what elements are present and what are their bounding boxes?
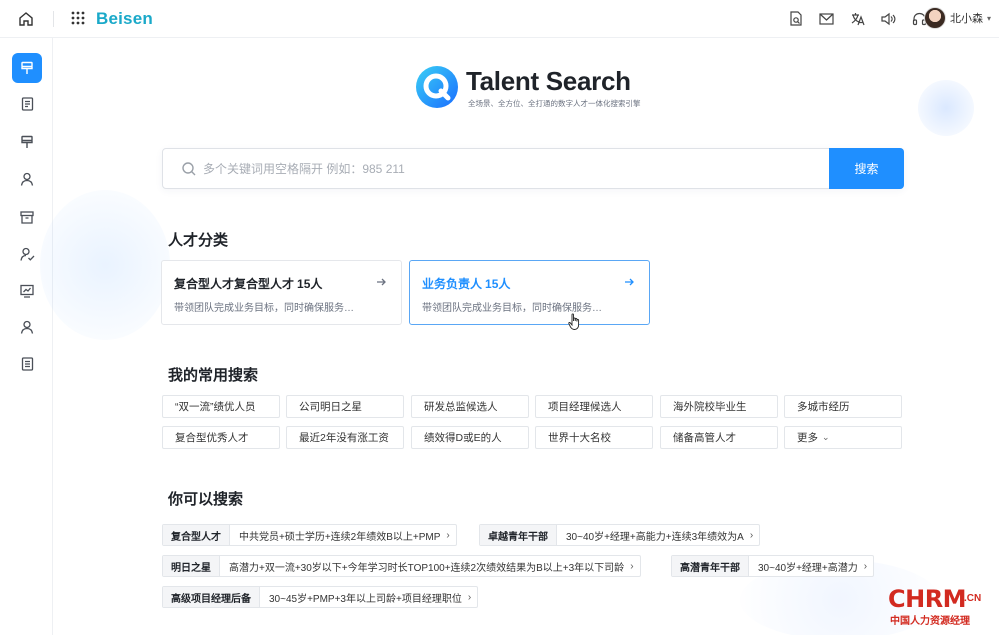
chip-label: 高潜青年干部 <box>672 556 749 576</box>
suggestion-chip[interactable]: 明日之星 高潜力+双一流+30岁以下+今年学习时长TOP100+连续2次绩效结果… <box>162 555 641 577</box>
page-title: Talent Search <box>466 66 631 96</box>
sidebar-item-documents[interactable] <box>12 89 42 119</box>
category-card[interactable]: 复合型人才复合型人才 15人 带领团队完成业务目标，同时确保服务… <box>161 260 402 325</box>
category-name: 业务负责人 15人 <box>422 277 511 291</box>
file-search-icon[interactable] <box>786 9 805 28</box>
suggestion-chip[interactable]: 复合型人才 中共党员+硕士学历+连续2年绩效B以上+PMP › <box>162 524 457 546</box>
chevron-right-icon: › <box>467 591 472 603</box>
chip-label: 高级项目经理后备 <box>163 587 260 607</box>
category-description: 带领团队完成业务目标，同时确保服务… <box>422 303 602 314</box>
arrow-right-icon[interactable] <box>621 274 637 290</box>
person-icon <box>20 320 34 334</box>
sidebar-item-dashboard[interactable] <box>12 276 42 306</box>
user-name[interactable]: 北小森 <box>950 10 983 26</box>
sidebar-item-talent-search[interactable] <box>12 53 42 83</box>
search-button[interactable]: 搜索 <box>829 148 904 189</box>
archive-icon <box>20 210 34 224</box>
frequent-search-tag[interactable]: “双一流”绩优人员 <box>162 395 280 418</box>
chip-value: 30~40岁+经理+高潜力 <box>758 562 858 574</box>
search-icon <box>181 161 197 177</box>
speaker-icon[interactable] <box>879 9 898 28</box>
sidebar-item-review[interactable] <box>12 239 42 269</box>
topbar-actions <box>786 9 929 28</box>
app-grid-icon[interactable] <box>71 11 85 25</box>
category-card-active[interactable]: 业务负责人 15人 带领团队完成业务目标，同时确保服务… <box>409 260 650 325</box>
suggestion-chip[interactable]: 高级项目经理后备 30~45岁+PMP+3年以上司龄+项目经理职位 › <box>162 586 479 608</box>
chevron-down-icon[interactable]: ▾ <box>987 14 991 23</box>
chip-value: 30~40岁+经理+高能力+连续3年绩效为A <box>566 531 744 543</box>
brush-icon <box>21 135 33 148</box>
frequent-search-tag[interactable]: 项目经理候选人 <box>535 395 653 418</box>
avatar[interactable] <box>923 7 946 29</box>
frequent-search-tag[interactable]: 研发总监候选人 <box>411 395 529 418</box>
suggestion-chip[interactable]: 卓越青年干部 30~40岁+经理+高能力+连续3年绩效为A › <box>479 524 761 546</box>
chart-screen-icon <box>20 284 34 298</box>
category-count: 15 <box>485 277 499 291</box>
top-bar: Beisen 北小森 ▾ <box>0 0 999 38</box>
page-subtitle: 全场景、全方位、全打通的数字人才一体化搜索引擎 <box>468 99 641 108</box>
section-title-frequent: 我的常用搜索 <box>168 367 259 384</box>
chip-label: 卓越青年干部 <box>480 525 557 545</box>
topbar-divider <box>53 11 54 27</box>
watermark-domain: .CN <box>964 593 982 604</box>
user-menu[interactable]: 北小森 ▾ <box>923 7 991 29</box>
frequent-search-tag[interactable]: 最近2年没有涨工资 <box>286 426 404 449</box>
search-input[interactable] <box>203 149 823 188</box>
chip-value: 中共党员+硕士学历+连续2年绩效B以上+PMP <box>239 531 441 543</box>
suggestion-chip[interactable]: 高潜青年干部 30~40岁+经理+高潜力 › <box>671 555 875 577</box>
category-description: 带领团队完成业务目标，同时确保服务… <box>174 303 354 314</box>
translate-icon[interactable] <box>848 9 867 28</box>
sidebar-item-tools[interactable] <box>12 127 42 157</box>
watermark-subtitle: 中国人力资源经理 <box>890 616 970 627</box>
background-glow <box>918 80 974 136</box>
watermark-main: CHRM <box>888 585 967 613</box>
talent-search-logo-icon <box>416 66 458 108</box>
frequent-search-tag[interactable]: 公司明日之星 <box>286 395 404 418</box>
chevron-right-icon: › <box>630 560 634 572</box>
sidebar-item-archive[interactable] <box>12 202 42 232</box>
mail-icon[interactable] <box>817 9 836 28</box>
document-icon <box>21 97 33 111</box>
hand-cursor-icon <box>568 313 580 330</box>
chevron-right-icon: › <box>749 529 754 541</box>
more-label: 更多 <box>797 432 818 444</box>
chip-value: 30~45岁+PMP+3年以上司龄+项目经理职位 <box>269 593 462 605</box>
frequent-search-tag[interactable]: 绩效得D或E的人 <box>411 426 529 449</box>
person-icon <box>20 172 34 186</box>
person-check-icon <box>19 247 34 261</box>
brush-icon <box>21 61 33 74</box>
frequent-search-tag[interactable]: 多城市经历 <box>784 395 902 418</box>
chevron-right-icon: › <box>863 560 868 572</box>
brand-logo[interactable]: Beisen <box>96 9 153 29</box>
sidebar-item-reports[interactable] <box>12 349 42 379</box>
chevron-down-icon: ⌄ <box>822 432 830 442</box>
background-glow <box>40 190 170 340</box>
chevron-right-icon: › <box>446 529 450 541</box>
watermark-logo: CHRM .CN 中国人力资源经理 <box>888 585 993 627</box>
sidebar <box>0 38 53 635</box>
frequent-search-tag[interactable]: 海外院校毕业生 <box>660 395 778 418</box>
section-title-suggestions: 你可以搜索 <box>168 491 244 508</box>
home-icon[interactable] <box>17 10 35 28</box>
more-button[interactable]: 更多 ⌄ <box>784 426 902 449</box>
chip-value: 高潜力+双一流+30岁以下+今年学习时长TOP100+连续2次绩效结果为B以上+… <box>229 562 625 574</box>
sidebar-item-profile[interactable] <box>12 164 42 194</box>
arrow-right-icon[interactable] <box>373 274 389 290</box>
frequent-search-tag[interactable]: 复合型优秀人才 <box>162 426 280 449</box>
chip-label: 明日之星 <box>163 556 220 576</box>
chip-label: 复合型人才 <box>163 525 230 545</box>
category-name: 复合型人才复合型人才 15人 <box>174 277 323 291</box>
section-title-categories: 人才分类 <box>168 232 229 249</box>
sidebar-item-people[interactable] <box>12 312 42 342</box>
frequent-search-tag[interactable]: 世界十大名校 <box>535 426 653 449</box>
search-bar: 搜索 <box>162 148 904 189</box>
list-document-icon <box>21 357 33 371</box>
category-count: 15 <box>297 277 311 291</box>
frequent-search-tag[interactable]: 储备高管人才 <box>660 426 778 449</box>
